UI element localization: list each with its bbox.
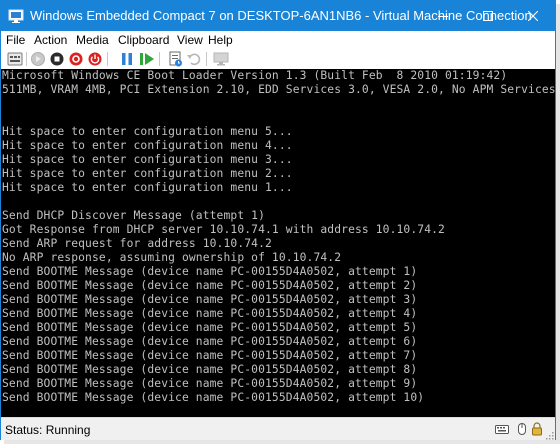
close-button[interactable] bbox=[510, 1, 555, 31]
power-button[interactable] bbox=[87, 51, 103, 67]
pause-button[interactable] bbox=[119, 51, 135, 67]
console-line: Microsoft Windows CE Boot Loader Version… bbox=[2, 69, 508, 82]
revert-button[interactable] bbox=[186, 51, 202, 67]
console-line: Send BOOTME Message (device name PC-0015… bbox=[2, 321, 418, 334]
console-line: Send BOOTME Message (device name PC-0015… bbox=[2, 349, 418, 362]
resume-icon bbox=[140, 53, 154, 65]
console-line: Got Response from DHCP server 10.10.74.1… bbox=[2, 223, 445, 236]
ctrl-alt-del-button[interactable] bbox=[7, 51, 23, 67]
console-line: Send BOOTME Message (device name PC-0015… bbox=[2, 335, 418, 348]
turn-off-button[interactable] bbox=[49, 51, 65, 67]
resize-grip[interactable] bbox=[544, 429, 554, 440]
console-line: Hit space to enter configuration menu 1.… bbox=[2, 181, 293, 194]
close-icon bbox=[527, 11, 538, 21]
console-line: Send BOOTME Message (device name PC-0015… bbox=[2, 391, 425, 404]
pause-icon bbox=[122, 53, 132, 65]
console-line: Send ARP request for address 10.10.74.2 bbox=[2, 237, 272, 250]
start-icon bbox=[31, 52, 45, 66]
enhanced-session-button[interactable] bbox=[213, 51, 229, 67]
menu-clipboard[interactable]: Clipboard bbox=[118, 33, 169, 47]
console-line: Send BOOTME Message (device name PC-0015… bbox=[2, 293, 418, 306]
menu-bar: File Action Media Clipboard View Help bbox=[1, 31, 555, 50]
console-line: Send BOOTME Message (device name PC-0015… bbox=[2, 377, 418, 390]
maximize-icon bbox=[482, 11, 493, 21]
vm-console-screen[interactable]: Microsoft Windows CE Boot Loader Version… bbox=[1, 69, 555, 417]
status-bar: Status: Running bbox=[1, 417, 555, 440]
vm-connection-window: Windows Embedded Compact 7 on DESKTOP-6A… bbox=[0, 0, 556, 440]
console-line: Send BOOTME Message (device name PC-0015… bbox=[2, 363, 418, 376]
status-text: Status: Running bbox=[5, 423, 91, 437]
console-line: Send DHCP Discover Message (attempt 1) bbox=[2, 209, 266, 222]
power-icon bbox=[88, 52, 102, 66]
revert-icon bbox=[187, 53, 201, 66]
window-shadow-bottom bbox=[4, 440, 560, 444]
mouse-icon bbox=[515, 422, 529, 436]
toolbar-separator bbox=[206, 52, 207, 66]
console-line: No ARP response, assuming ownership of 1… bbox=[2, 251, 342, 264]
toolbar-separator bbox=[26, 52, 27, 66]
toolbar bbox=[1, 50, 555, 69]
menu-file[interactable]: File bbox=[6, 33, 25, 47]
ctrl-alt-del-icon bbox=[7, 52, 23, 66]
menu-view[interactable]: View bbox=[177, 33, 203, 47]
keyboard-icon bbox=[495, 422, 509, 436]
start-button[interactable] bbox=[30, 51, 46, 67]
console-line: Send BOOTME Message (device name PC-0015… bbox=[2, 279, 418, 292]
toolbar-separator bbox=[107, 52, 108, 66]
resume-button[interactable] bbox=[139, 51, 155, 67]
minimize-button[interactable] bbox=[420, 1, 465, 31]
enhanced-session-icon bbox=[213, 52, 229, 66]
menu-action[interactable]: Action bbox=[34, 33, 67, 47]
maximize-button[interactable] bbox=[465, 1, 510, 31]
shut-down-button[interactable] bbox=[68, 51, 84, 67]
console-line: Send BOOTME Message (device name PC-0015… bbox=[2, 265, 418, 278]
console-line: 511MB, VRAM 4MB, PCI Extension 2.10, EDD… bbox=[2, 83, 555, 96]
checkpoint-icon bbox=[169, 51, 182, 67]
menu-help[interactable]: Help bbox=[208, 33, 233, 47]
console-line: Hit space to enter configuration menu 2.… bbox=[2, 167, 293, 180]
vm-connection-app-icon bbox=[8, 8, 24, 24]
minimize-icon bbox=[437, 16, 448, 17]
shut-down-icon bbox=[69, 52, 83, 66]
window-shadow-right bbox=[556, 4, 560, 444]
lock-icon bbox=[530, 422, 544, 436]
console-line: Hit space to enter configuration menu 3.… bbox=[2, 153, 293, 166]
console-line: Hit space to enter configuration menu 4.… bbox=[2, 139, 293, 152]
console-line: Send BOOTME Message (device name PC-0015… bbox=[2, 307, 418, 320]
toolbar-separator bbox=[159, 52, 160, 66]
turn-off-icon bbox=[50, 52, 64, 66]
console-line: Hit space to enter configuration menu 5.… bbox=[2, 125, 293, 138]
title-bar[interactable]: Windows Embedded Compact 7 on DESKTOP-6A… bbox=[1, 1, 555, 31]
checkpoint-button[interactable] bbox=[167, 51, 183, 67]
menu-media[interactable]: Media bbox=[76, 33, 109, 47]
